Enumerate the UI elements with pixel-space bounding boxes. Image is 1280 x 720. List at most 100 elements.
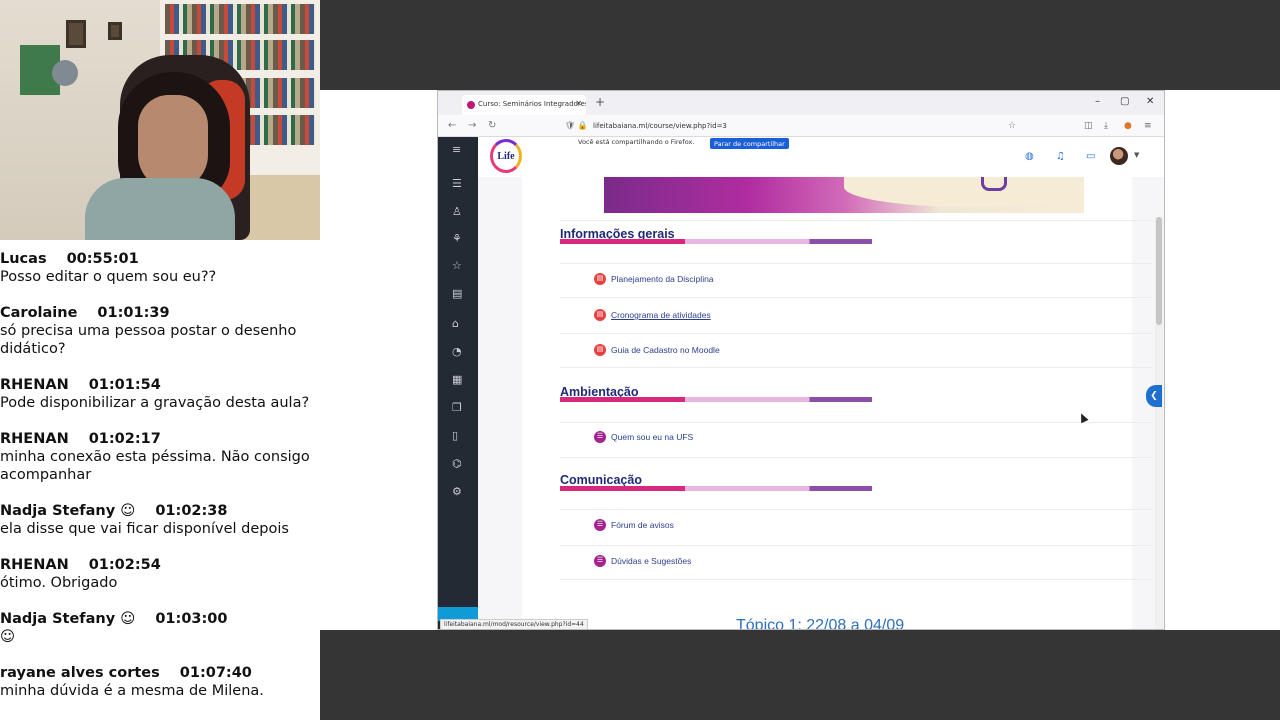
pdf-icon: ▤ xyxy=(594,309,606,321)
divider xyxy=(560,579,1152,580)
book-icon[interactable]: ▤ xyxy=(452,287,462,300)
close-icon[interactable]: ✕ xyxy=(575,99,582,108)
chat-text: Pode disponibilizar a gravação desta aul… xyxy=(0,395,310,411)
avatar[interactable] xyxy=(1110,147,1128,165)
chat-message: rayane alves cortes 01:07:40 minha dúvida … xyxy=(0,664,320,700)
list-icon[interactable]: ☰ xyxy=(452,177,462,190)
section-underline xyxy=(560,397,872,402)
divider xyxy=(560,333,1152,334)
drawer-toggle-button[interactable]: ❮ xyxy=(1146,385,1162,407)
back-icon[interactable]: ← xyxy=(448,120,456,131)
browser-tab[interactable]: Curso: Seminários Integradores ✕ xyxy=(462,95,586,115)
toolbar: ← → ↻ lifeitabaiana.ml/course/view.php?i… xyxy=(438,115,1164,137)
divider xyxy=(560,367,1152,368)
chat-icon[interactable]: ▭ xyxy=(1086,151,1095,162)
chat-panel: Lucas 00:55:01 Posso editar o quem sou eu?… xyxy=(0,250,320,718)
chat-message: Nadja Stefany ☺ 01:03:00 ☺ xyxy=(0,610,320,646)
logo-text: Life xyxy=(497,150,515,162)
divider xyxy=(560,263,1152,264)
chat-author: Carolaine 01:01:39 xyxy=(0,304,320,322)
section-underline xyxy=(560,486,872,491)
users-icon[interactable]: ♙ xyxy=(452,205,462,218)
star-icon[interactable]: ☆ xyxy=(452,259,462,272)
scrollbar-thumb[interactable] xyxy=(1156,217,1162,325)
activity-link[interactable]: ▤ Planejamento da Disciplina xyxy=(594,273,714,285)
chat-author-name: Carolaine xyxy=(0,305,78,321)
graduation-cap-icon[interactable]: ⌬ xyxy=(452,457,462,470)
picture-frame xyxy=(108,22,122,40)
chevron-down-icon[interactable]: ▼ xyxy=(1134,151,1139,159)
clipboard-icon[interactable]: ▯ xyxy=(452,429,458,442)
pdf-icon: ▤ xyxy=(594,344,606,356)
chat-author-name: RHENAN xyxy=(0,557,69,573)
chat-time: 01:07:40 xyxy=(179,665,252,681)
chat-text: só precisa uma pessoa postar o desenho d… xyxy=(0,323,297,357)
lock-icon: 🛡 🔒 xyxy=(565,121,588,130)
activity-link[interactable]: ▤ Cronograma de atividades xyxy=(594,309,711,321)
course-content: Informações gerais ▤ Planejamento da Disci… xyxy=(478,177,1164,629)
chat-author: RHENAN 01:02:54 xyxy=(0,556,320,574)
chat-text: Posso editar o quem sou eu?? xyxy=(0,269,217,285)
divider xyxy=(560,457,1152,458)
calendar-icon[interactable]: ▦ xyxy=(452,373,462,386)
url-text: lifeitabaiana.ml/course/view.php?id=3 xyxy=(593,122,727,130)
chat-text: minha dúvida é a mesma de Milena. xyxy=(0,683,264,699)
new-tab-icon[interactable]: + xyxy=(595,95,605,109)
divider xyxy=(560,297,1152,298)
moodle-sidebar: ≡ ☰ ♙ ⚘ ☆ ▤ ⌂ ◔ ▦ ❐ ▯ ⌬ ⚙ xyxy=(438,137,478,629)
stop-sharing-button[interactable]: Parar de compartilhar xyxy=(710,138,789,149)
site-logo[interactable]: Life xyxy=(490,139,522,173)
menu-icon[interactable]: ≡ xyxy=(1144,121,1152,131)
dashboard-icon[interactable]: ◔ xyxy=(452,345,462,358)
bell-icon[interactable]: ♫ xyxy=(1056,151,1065,162)
activity-label: Planejamento da Disciplina xyxy=(611,274,714,284)
download-icon[interactable]: ⤓ xyxy=(1104,121,1108,131)
course-panel: Informações gerais ▤ Planejamento da Disci… xyxy=(522,177,1152,629)
activity-link[interactable]: ☰ Dúvidas e Sugestões xyxy=(594,555,691,567)
screen: Lucas 00:55:01 Posso editar o quem sou eu?… xyxy=(0,0,1280,720)
reload-icon[interactable]: ↻ xyxy=(488,120,496,131)
chat-message: Nadja Stefany ☺ 01:02:38 ela disse que vai… xyxy=(0,502,320,538)
chat-author-name: rayane alves cortes xyxy=(0,665,160,681)
chat-text: minha conexão esta péssima. Não consigo … xyxy=(0,449,310,483)
person-shirt xyxy=(85,178,235,240)
chat-time: 01:01:54 xyxy=(88,377,161,393)
address-bar[interactable]: lifeitabaiana.ml/course/view.php?id=3 xyxy=(563,118,1023,134)
section-title: Comunicação xyxy=(560,473,642,487)
badge-icon[interactable]: ⚘ xyxy=(452,232,462,245)
person-face xyxy=(138,95,208,190)
chat-author: Lucas 00:55:01 xyxy=(0,250,320,268)
activity-link[interactable]: ☰ Quem sou eu na UFS xyxy=(594,431,693,443)
chat-author-name: RHENAN xyxy=(0,377,69,393)
picture-frame xyxy=(66,20,86,48)
chat-author: RHENAN 01:02:17 xyxy=(0,430,320,448)
stage-top xyxy=(320,0,1280,90)
files-icon[interactable]: ❐ xyxy=(452,401,462,414)
book-row xyxy=(165,4,315,34)
globe-icon[interactable]: ◍ xyxy=(1025,151,1034,162)
extension-icon[interactable]: ● xyxy=(1124,121,1132,131)
favicon-icon xyxy=(467,101,475,109)
activity-label: Dúvidas e Sugestões xyxy=(611,556,692,566)
window-close-icon[interactable]: ✕ xyxy=(1146,96,1154,107)
hamburger-icon[interactable]: ≡ xyxy=(452,143,461,156)
banner-shape xyxy=(981,177,1007,191)
minimize-icon[interactable]: – xyxy=(1095,96,1100,107)
chat-time: 01:01:39 xyxy=(97,305,170,321)
gear-icon[interactable]: ⚙ xyxy=(452,485,462,498)
forward-icon[interactable]: → xyxy=(468,120,476,131)
webcam-video xyxy=(0,0,320,240)
bookmark-star-icon[interactable]: ☆ xyxy=(1008,121,1016,131)
activity-link[interactable]: ☰ Fórum de avisos xyxy=(594,519,674,531)
chat-time: 00:55:01 xyxy=(66,251,139,267)
scrollbar[interactable] xyxy=(1155,217,1163,629)
pocket-icon[interactable]: ◫ xyxy=(1084,121,1093,131)
sharing-notice-text: Você está compartilhando o Firefox. xyxy=(578,138,695,146)
activity-link[interactable]: ▤ Guia de Cadastro no Moodle xyxy=(594,344,720,356)
activity-label: Guia de Cadastro no Moodle xyxy=(611,345,720,355)
stage-bottom xyxy=(320,630,1280,720)
tab-title: Curso: Seminários Integradores xyxy=(478,100,586,108)
chat-author: rayane alves cortes 01:07:40 xyxy=(0,664,320,682)
maximize-icon[interactable]: ▢ xyxy=(1120,96,1129,107)
home-icon[interactable]: ⌂ xyxy=(452,317,459,330)
